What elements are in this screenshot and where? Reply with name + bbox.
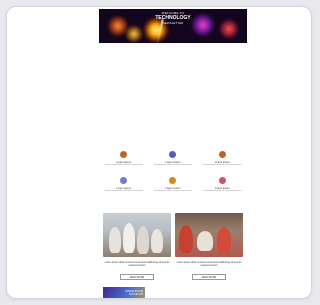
email-preview: WELCOME TO TECHNOLOGY NEWSLETTER Lorem i… xyxy=(99,9,247,298)
promo-banner[interactable]: LOREM IPSUM DOLOR SIT xyxy=(103,287,145,298)
feature-photo xyxy=(103,213,171,257)
icon-item: Lorem ipsum Lorem ipsum dolor sit amet c… xyxy=(153,176,193,193)
globe-icon xyxy=(120,176,128,184)
promo-line-2: DOLOR SIT xyxy=(129,293,143,296)
person-figure xyxy=(123,223,135,253)
preview-card[interactable]: WELCOME TO TECHNOLOGY NEWSLETTER Lorem i… xyxy=(6,6,312,299)
icon-item: Lorem ipsum Lorem ipsum dolor sit amet c… xyxy=(104,176,144,193)
icon-item: Lorem ipsum Lorem ipsum dolor sit amet c… xyxy=(202,151,242,167)
feature-icon-grid: Lorem ipsum Lorem ipsum dolor sit amet c… xyxy=(99,151,247,202)
header-tagline: NEWSLETTER xyxy=(162,21,184,25)
read-more-button[interactable]: READ MORE xyxy=(120,274,154,280)
icon-item-desc: Lorem ipsum dolor sit amet consectetur xyxy=(153,189,193,192)
feature-text: Lorem ipsum dolor sit amet consectetur a… xyxy=(104,261,170,267)
icon-item-desc: Lorem ipsum dolor sit amet consectetur xyxy=(104,189,143,192)
star-icon xyxy=(169,176,177,184)
icon-item: Lorem ipsum Lorem ipsum dolor sit amet c… xyxy=(202,176,242,193)
feature-photos: Lorem ipsum dolor sit amet consectetur a… xyxy=(103,213,243,280)
icon-item-desc: Lorem ipsum dolor sit amet consectetur xyxy=(203,189,242,192)
pumpkin-icon xyxy=(120,151,128,158)
icon-item: Lorem ipsum Lorem ipsum dolor sit amet c… xyxy=(153,151,193,167)
feature-photo xyxy=(175,213,243,257)
icon-row: Lorem ipsum Lorem ipsum dolor sit amet c… xyxy=(99,151,247,167)
icon-item: Lorem ipsum Lorem ipsum dolor sit amet c… xyxy=(104,151,144,167)
icon-item-desc: Lorem ipsum dolor sit amet consectetur xyxy=(203,164,242,166)
person-figure xyxy=(109,227,121,253)
person-figure xyxy=(137,226,149,254)
read-more-button[interactable]: READ MORE xyxy=(192,274,226,280)
firework-graphic xyxy=(125,25,143,43)
icon-row: Lorem ipsum Lorem ipsum dolor sit amet c… xyxy=(99,176,247,193)
person-figure xyxy=(197,231,213,251)
globe-icon xyxy=(169,151,177,158)
pumpkin-icon xyxy=(218,151,226,158)
person-figure xyxy=(217,227,231,253)
icon-item-desc: Lorem ipsum dolor sit amet consectetur xyxy=(153,164,193,166)
icon-item-desc: Lorem ipsum dolor sit amet consectetur xyxy=(104,164,143,166)
badge-icon xyxy=(218,176,226,184)
feature-card: Lorem ipsum dolor sit amet consectetur a… xyxy=(175,213,243,280)
promo-banner-text: LOREM IPSUM DOLOR SIT xyxy=(125,290,143,296)
person-figure xyxy=(179,225,193,253)
feature-card: Lorem ipsum dolor sit amet consectetur a… xyxy=(103,213,171,280)
person-figure xyxy=(151,229,163,253)
feature-text: Lorem ipsum dolor sit amet consectetur a… xyxy=(176,261,242,267)
hero-banner: WELCOME TO TECHNOLOGY NEWSLETTER xyxy=(99,9,247,43)
